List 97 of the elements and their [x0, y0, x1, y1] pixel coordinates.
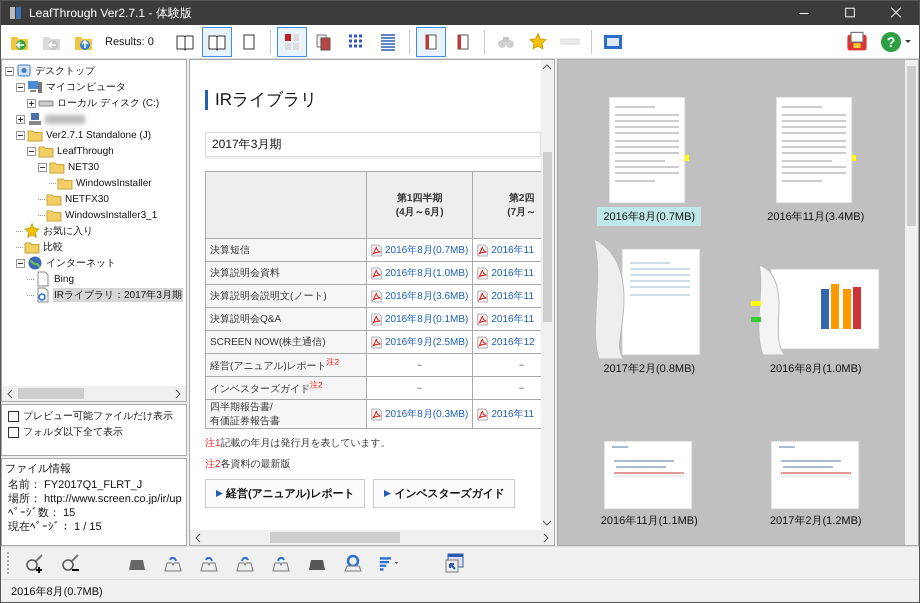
computer-icon	[27, 79, 43, 95]
row-label: 決算説明会資料	[210, 268, 280, 279]
tree-item[interactable]: LeafThrough	[56, 146, 115, 156]
tree-item[interactable]: Bing	[53, 274, 76, 284]
thumbnail-caption[interactable]: 2016年8月(0.7MB)	[597, 207, 702, 226]
pdf-icon	[371, 266, 382, 280]
expander-icon[interactable]	[16, 114, 25, 124]
scroll-up-icon[interactable]	[542, 63, 552, 71]
expander-icon[interactable]	[38, 162, 47, 172]
network-icon	[27, 111, 43, 127]
thumbnail-caption[interactable]: 2017年2月(0.8MB)	[597, 359, 702, 378]
star-icon	[24, 223, 40, 239]
expander-icon[interactable]	[16, 130, 25, 140]
table-cell: －	[414, 383, 425, 394]
tree-item[interactable]: WindowsInstaller	[75, 178, 153, 188]
pdf-icon	[477, 312, 488, 326]
pdf-icon	[371, 290, 382, 303]
star-icon	[528, 32, 548, 52]
globe-icon	[27, 255, 43, 271]
web-page-icon	[35, 287, 51, 303]
table-cell: －	[516, 360, 527, 371]
window-icon[interactable]	[444, 553, 466, 573]
tree-item[interactable]: NET30	[67, 162, 100, 172]
horizontal-scrollbar[interactable]	[2, 386, 186, 401]
table-cell: －	[414, 360, 425, 371]
row-label: 四半期報告書/ 有価証券報告書	[210, 402, 280, 427]
tree-item[interactable]: デスクトップ	[34, 64, 96, 78]
bar-icon	[560, 38, 580, 45]
toolbar-button[interactable]	[202, 26, 232, 56]
vertical-scrollbar[interactable]	[905, 60, 918, 545]
scroll-down-icon[interactable]	[542, 519, 552, 527]
file-info-line: 名前： FY2017Q1_FLRT_J	[7, 478, 144, 492]
pdf-icon	[477, 290, 488, 303]
pdf-icon	[477, 266, 488, 280]
expander-icon[interactable]	[16, 258, 25, 268]
table-cell: －	[516, 383, 527, 394]
pdf-icon	[371, 312, 382, 326]
expander-icon[interactable]	[16, 82, 25, 92]
thumbnail-caption[interactable]: 2016年8月(1.0MB)	[764, 359, 868, 378]
pdf-icon	[371, 244, 382, 257]
tree-item[interactable]: WindowsInstaller3_1	[64, 210, 158, 220]
scroll-left-icon[interactable]	[194, 532, 202, 542]
zoom-out-icon[interactable]	[60, 553, 82, 573]
pdf-icon	[371, 408, 382, 421]
column-header: 第2四 (7月～	[507, 193, 536, 218]
tree-item[interactable]: Ver2.7.1 Standalone (J)	[45, 130, 152, 140]
filter-checkbox[interactable]: プレビュー可能ファイルだけ表示	[8, 409, 173, 423]
horizontal-scrollbar[interactable]	[190, 530, 554, 545]
expander-icon[interactable]	[27, 98, 36, 108]
filter-checkbox[interactable]: フォルダ以下全て表示	[8, 425, 123, 439]
section-heading: 2017年3月期	[205, 132, 541, 157]
row-label: SCREEN NOW(株主通信)	[210, 337, 326, 348]
toolbar-button[interactable]	[276, 26, 307, 56]
scroll-right-icon[interactable]	[542, 532, 550, 542]
tree-item[interactable]: IRライブラリ：2017年3月期	[53, 288, 183, 302]
pdf-icon	[371, 336, 382, 349]
row-label: 決算短信	[210, 245, 250, 256]
file-info-title: ファイル情報	[5, 462, 72, 476]
banner-link[interactable]: 経営(アニュアル)レポート	[226, 486, 354, 501]
thumbnail-caption[interactable]: 2016年11月(1.1MB)	[594, 511, 704, 530]
footnote: 注2各資料の最新版	[205, 458, 292, 471]
tree-item[interactable]: お気に入り	[42, 224, 94, 238]
thumbnail-caption[interactable]: 2016年11月(3.4MB)	[761, 207, 870, 226]
pdf-icon	[477, 244, 488, 257]
toolbar-button[interactable]	[416, 26, 446, 56]
thumbnail-caption[interactable]: 2017年2月(1.2MB)	[764, 511, 868, 530]
toolbox-icon[interactable]	[845, 30, 869, 54]
row-label: 決算説明会Q&A	[210, 314, 282, 325]
page-icon	[35, 271, 51, 287]
caret-icon[interactable]	[905, 40, 911, 44]
pdf-icon	[477, 336, 488, 349]
pdf-icon	[477, 408, 488, 421]
file-info-line: ﾍﾟｰｼﾞ数： 15	[7, 506, 76, 520]
scroll-left-icon[interactable]	[6, 388, 14, 398]
expander-icon[interactable]	[27, 146, 36, 156]
file-info-line: 現在ﾍﾟｰｼﾞ： 1 / 15	[7, 520, 103, 534]
tree-item[interactable]: ローカル ディスク (C:)	[56, 96, 160, 110]
tree-item[interactable]: NETFX30	[64, 194, 110, 204]
tree-item[interactable]: インターネット	[45, 256, 117, 270]
refresh-icon[interactable]	[342, 553, 364, 573]
footnote: 注1記載の年月は発行月を表しています。	[205, 436, 392, 450]
triangle-icon	[216, 490, 223, 497]
scroll-right-icon[interactable]	[174, 388, 182, 398]
window-title: LeafThrough Ver2.7.1 - 体験版	[29, 4, 193, 22]
vertical-scrollbar[interactable]	[541, 60, 554, 530]
tree-item[interactable]: マイコンピュータ	[45, 80, 127, 94]
status-text: 2016年8月(0.7MB)	[11, 584, 103, 598]
column-header: 第1四半期 (4月～6月)	[396, 193, 444, 218]
desktop-icon	[16, 63, 32, 79]
file-info-line: 場所： http://www.screen.co.jp/ir/up	[7, 492, 183, 506]
expander-icon[interactable]	[5, 66, 14, 76]
banner-link[interactable]: インベスターズガイド	[394, 486, 504, 501]
book-icon	[8, 5, 24, 21]
tree-item[interactable]: 比較	[42, 240, 64, 254]
results-count: Results: 0	[105, 36, 154, 48]
triangle-icon	[384, 490, 392, 497]
row-label: 決算説明会説明文(ノート)	[210, 291, 327, 302]
